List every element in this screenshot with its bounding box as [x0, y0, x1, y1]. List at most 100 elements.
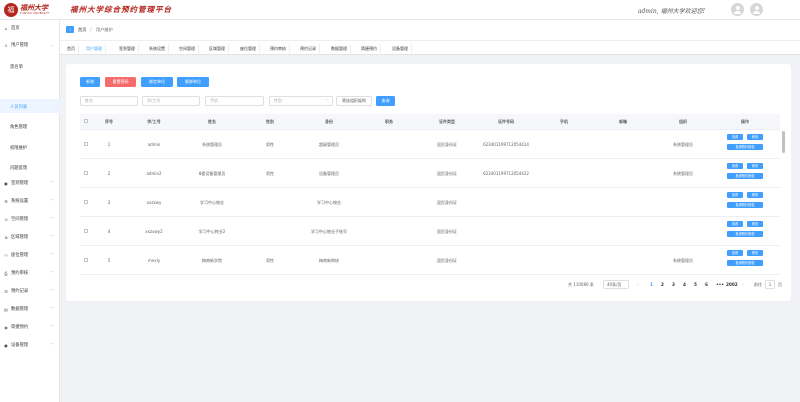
tab-device[interactable]: 设备管理	[389, 44, 412, 53]
filter-org-button[interactable]: 筛选组织架构	[336, 96, 372, 106]
sidebar-item-device[interactable]: ● 设备管理 ﹀	[0, 339, 60, 351]
user-menu-icon[interactable]	[750, 3, 763, 16]
row-checkbox[interactable]	[84, 142, 88, 146]
sidebar-subitem-permissions[interactable]: 权限维护	[10, 145, 27, 151]
sidebar-item-audit[interactable]: ⎙ 预约审核 ﹀	[0, 267, 60, 279]
view-button[interactable]: 查看	[727, 163, 743, 169]
avatar-icon[interactable]	[731, 3, 744, 16]
tab-audit[interactable]: 预约审核	[267, 44, 290, 53]
sidebar-subitem-user-list[interactable]: 人员列表	[10, 104, 27, 110]
sidebar-item-data[interactable]: ▤ 数据管理 ﹀	[0, 303, 60, 315]
sidebar-item-settings[interactable]: ⚙ 系统设置 ﹀	[0, 195, 60, 207]
cell-gender: 男性	[266, 142, 274, 147]
page-5[interactable]: 5	[694, 282, 697, 287]
view-button[interactable]: 查看	[727, 134, 743, 140]
university-logo[interactable]: 福 福州大学 FUZHOU UNIVERSITY	[4, 3, 59, 17]
table-scrollbar[interactable]	[782, 131, 785, 153]
page-6[interactable]: 6	[705, 282, 708, 287]
chevron-down-icon: ﹀	[50, 342, 55, 347]
edit-button[interactable]: 修改	[747, 192, 763, 198]
edit-button[interactable]: 修改	[747, 134, 763, 140]
page-3[interactable]: 3	[672, 282, 675, 287]
select-all-checkbox[interactable]	[84, 119, 88, 123]
name-input[interactable]: 姓名	[80, 96, 138, 106]
view-button[interactable]: 查看	[727, 250, 743, 256]
row-checkbox[interactable]	[84, 200, 88, 204]
tab-settings[interactable]: 系统设置	[146, 44, 169, 53]
sidebar-item-seat[interactable]: ⚇ 座位管理 ﹀	[0, 249, 60, 261]
edit-button[interactable]: 修改	[747, 221, 763, 227]
quick-icon: ◉	[4, 324, 8, 330]
tab-seat[interactable]: 座位管理	[237, 44, 260, 53]
tab-data[interactable]: 数据管理	[328, 44, 351, 53]
bind-booking-auth-button[interactable]: 批绑预约授权	[727, 202, 763, 208]
edit-button[interactable]: 修改	[747, 250, 763, 256]
col-header-no: 序号	[105, 119, 113, 124]
table-row[interactable]: 4 xxzxwy2 学习中心物业2 学习中心物业子账号 居民身份证 查看 修改 …	[80, 217, 780, 246]
sidebar-item-label: 首页	[11, 26, 20, 31]
unbind-org-button[interactable]: 解绑单位	[177, 77, 209, 87]
tab-user-management[interactable]: 用户管理	[83, 44, 106, 53]
sidebar-item-home[interactable]: ⌂ 首页	[0, 22, 60, 34]
breadcrumb-home[interactable]: 首页	[78, 27, 86, 33]
sidebar-subitem-feedback[interactable]: 问题反馈	[10, 165, 27, 171]
add-button[interactable]: 新增	[80, 77, 100, 87]
id-input[interactable]: 学/工号	[142, 96, 200, 106]
col-header-email: 邮箱	[619, 119, 627, 124]
cell-id: admin2	[146, 171, 162, 176]
sidebar-item-region[interactable]: ⊕ 区域管理 ﹀	[0, 231, 60, 243]
bind-booking-auth-button[interactable]: 批绑预约授权	[727, 144, 763, 150]
edit-button[interactable]: 修改	[747, 163, 763, 169]
table-row[interactable]: 1 admin 系统管理员 男性 超级管理员 居民身份证 62340119971…	[80, 130, 780, 159]
page-ellipsis[interactable]: •••	[716, 282, 724, 287]
table-row[interactable]: 2 admin2 8楼设备管理员 男性 设备管理员 居民身份证 62340119…	[80, 159, 780, 188]
cell-name: 学习中心物业	[200, 200, 224, 205]
sidebar-item-quick-booking[interactable]: ◉ 简捷预约 ﹀	[0, 321, 60, 333]
table-row[interactable]: 3 xxzxwy 学习中心物业 学习中心物业 居民身份证 查看 修改 批绑预约授…	[80, 188, 780, 217]
reset-password-button[interactable]: 重置密码	[105, 77, 136, 87]
row-checkbox[interactable]	[84, 229, 88, 233]
phone-input[interactable]: 手机	[205, 96, 264, 106]
prev-page-icon[interactable]: ‹	[637, 282, 639, 287]
bind-org-button[interactable]: 绑定单位	[141, 77, 173, 87]
page-4[interactable]: 4	[683, 282, 686, 287]
sidebar-item-space[interactable]: ⊙ 空间管理 ﹀	[0, 213, 60, 225]
sidebar-item-records[interactable]: ☰ 预约记录 ﹀	[0, 285, 60, 297]
tab-quick-booking[interactable]: 简捷预约	[358, 44, 381, 53]
cell-doc-type: 居民身份证	[437, 171, 457, 176]
chevron-down-icon: ﹀	[50, 180, 55, 185]
tab-space[interactable]: 空间管理	[176, 44, 199, 53]
back-arrow-icon[interactable]: ‹	[66, 26, 74, 33]
view-button[interactable]: 查看	[727, 192, 743, 198]
cell-no: 2	[107, 171, 111, 176]
tab-records[interactable]: 预约记录	[297, 44, 320, 53]
sidebar-item-label: 预约审核	[11, 271, 29, 276]
row-checkbox[interactable]	[84, 171, 88, 175]
tab-home[interactable]: 首页	[64, 44, 79, 53]
row-checkbox[interactable]	[84, 258, 88, 262]
sidebar-item-user-management[interactable]: ♙ 用户管理 ︿	[0, 39, 60, 51]
page-size-select[interactable]: 40条/页	[603, 280, 629, 289]
bind-booking-auth-button[interactable]: 批绑预约授权	[727, 173, 763, 179]
goto-page-input[interactable]: 1	[765, 280, 775, 289]
page-size-value: 40条/页	[607, 282, 622, 287]
bind-booking-auth-button[interactable]: 批绑预约授权	[727, 260, 763, 266]
sidebar-item-signin[interactable]: ● 签到管理 ﹀	[0, 177, 60, 189]
sidebar-item-label: 数据管理	[11, 307, 29, 312]
chevron-down-icon: ﹀	[50, 288, 55, 293]
page-2[interactable]: 2	[661, 282, 664, 287]
tab-signin[interactable]: 签到管理	[116, 44, 139, 53]
goto-unit: 页	[778, 282, 782, 287]
tab-region[interactable]: 区域管理	[206, 44, 229, 53]
gender-select[interactable]: 性别 ﹀	[269, 96, 333, 106]
device-icon: ●	[4, 342, 8, 348]
sidebar-subitem-blacklist[interactable]: 黑名单	[10, 64, 23, 70]
bind-booking-auth-button[interactable]: 批绑预约授权	[727, 231, 763, 237]
page-last[interactable]: 2002	[726, 282, 738, 287]
page-1[interactable]: 1	[650, 282, 653, 287]
search-button[interactable]: 查询	[376, 96, 395, 106]
next-page-icon[interactable]: ›	[742, 282, 744, 287]
sidebar-subitem-roles[interactable]: 角色管理	[10, 124, 27, 130]
table-row[interactable]: 5 mnxly 梅南新学院 男性 梅南新审核 居民身份证 系统管理员 查看 修改…	[80, 246, 780, 275]
view-button[interactable]: 查看	[727, 221, 743, 227]
